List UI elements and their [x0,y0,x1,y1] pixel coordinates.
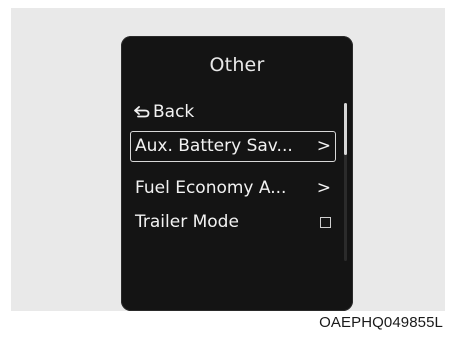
figure-code: OAEPHQ049855L [319,314,443,331]
back-label: Back [153,102,195,122]
menu-item-fuel-economy[interactable]: Fuel Economy A... > [130,174,336,202]
menu-item-label: Trailer Mode [135,212,239,232]
chevron-right-icon: > [316,178,331,198]
menu-item-label: Aux. Battery Sav... [135,136,293,156]
chevron-right-icon: > [316,136,331,156]
menu-item-trailer-mode[interactable]: Trailer Mode [130,208,336,236]
cluster-display: Other Back Aux. Battery Sav... > Fuel Ec… [121,36,353,311]
menu-item-label: Fuel Economy A... [135,178,287,198]
back-menu-item[interactable]: Back [130,98,336,126]
menu-item-aux-battery-saver[interactable]: Aux. Battery Sav... > [130,131,336,162]
back-arrow-icon [134,106,150,118]
scrollbar-thumb[interactable] [344,103,347,155]
menu-title: Other [209,54,265,76]
trailer-mode-checkbox[interactable] [320,217,331,228]
